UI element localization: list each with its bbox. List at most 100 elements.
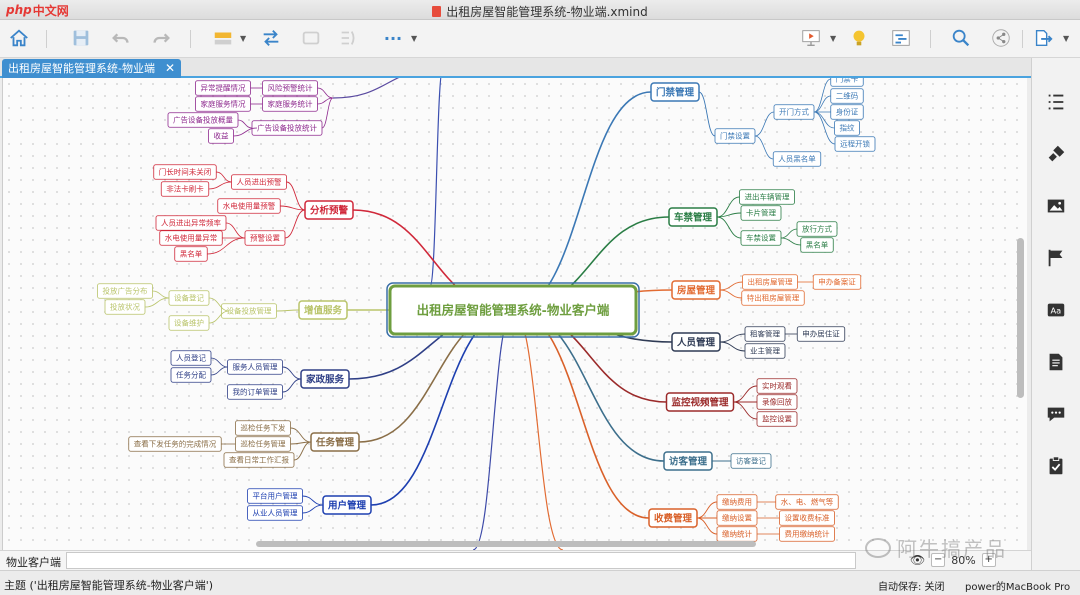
subtopic[interactable]: 车禁设置 (740, 230, 782, 246)
leaf-topic[interactable]: 费用缴纳统计 (779, 526, 835, 542)
subtopic[interactable]: 家庭服务统计 (262, 96, 318, 112)
chevron-down-icon[interactable]: ▼ (240, 34, 246, 43)
subtopic[interactable]: 进出车辆管理 (739, 189, 795, 205)
leaf-topic[interactable]: 指纹 (834, 120, 860, 136)
marker-flag-icon[interactable] (1044, 246, 1068, 270)
subtopic[interactable]: 缴纳设置 (716, 510, 758, 526)
leaf-topic[interactable]: 人员登记 (170, 350, 212, 366)
subtopic[interactable]: 广告设备投放统计 (251, 120, 323, 136)
subtopic[interactable]: 缴纳统计 (716, 526, 758, 542)
subtopic[interactable]: 特出租房屋管理 (741, 290, 805, 306)
topic-input-field[interactable] (66, 552, 856, 569)
redo-icon[interactable] (148, 26, 174, 50)
leaf-topic[interactable]: 门长时间未关闭 (153, 164, 217, 180)
subtopic[interactable]: 设备投放管理 (221, 303, 277, 319)
subtopic[interactable]: 水电使用量预警 (217, 198, 281, 214)
leaf-topic[interactable]: 放行方式 (796, 221, 838, 237)
summary-icon[interactable] (336, 26, 362, 50)
insert-topic-icon[interactable] (210, 26, 236, 50)
leaf-topic[interactable]: 远程开锁 (834, 136, 876, 152)
leaf-topic[interactable]: 水、电、燃气等 (775, 494, 839, 510)
subtopic[interactable]: 从业人员管理 (247, 505, 303, 521)
outline-icon[interactable] (1044, 90, 1068, 114)
subtopic[interactable]: 巡检任务管理 (235, 436, 291, 452)
leaf-topic[interactable]: 投放广告分布 (97, 283, 153, 299)
subtopic[interactable]: 设备维护 (168, 315, 210, 331)
subtopic[interactable]: 门禁设置 (714, 128, 756, 144)
leaf-topic[interactable]: 黑名单 (800, 237, 834, 253)
subtopic[interactable]: 访客登记 (730, 453, 772, 469)
leaf-topic[interactable]: 申办居住证 (796, 326, 846, 342)
horizontal-scrollbar[interactable] (256, 541, 756, 547)
branch-topic[interactable]: 监控视频管理 (665, 392, 735, 412)
subtopic[interactable]: 风险预警统计 (262, 80, 318, 96)
branch-topic[interactable]: 访客管理 (663, 451, 713, 471)
subtopic[interactable]: 人员黑名单 (772, 151, 822, 167)
subtopic[interactable]: 卡片管理 (740, 205, 782, 221)
leaf-topic[interactable]: 查看下发任务的完成情况 (128, 436, 222, 452)
central-topic[interactable]: 出租房屋智能管理系统-物业客户端 (388, 284, 638, 336)
branch-topic[interactable]: 家政服务 (300, 369, 350, 389)
home-icon[interactable] (6, 26, 32, 50)
leaf-topic[interactable]: 设置收费标准 (779, 510, 835, 526)
close-icon[interactable]: ✕ (165, 59, 175, 78)
branch-topic[interactable]: 门禁管理 (650, 82, 700, 102)
subtopic[interactable]: 人员进出预警 (231, 174, 287, 190)
boundary-icon[interactable] (298, 26, 324, 50)
search-icon[interactable] (948, 26, 974, 50)
branch-topic[interactable]: 房屋管理 (671, 280, 721, 300)
leaf-topic[interactable]: 非法卡刷卡 (160, 181, 210, 197)
subtopic[interactable]: 开门方式 (773, 104, 815, 120)
undo-icon[interactable] (108, 26, 134, 50)
branch-topic[interactable]: 用户管理 (322, 495, 372, 515)
branch-topic[interactable]: 任务管理 (310, 432, 360, 452)
branch-topic[interactable]: 车禁管理 (668, 207, 718, 227)
vertical-scrollbar[interactable] (1017, 238, 1024, 398)
subtopic[interactable]: 实时观看 (756, 378, 798, 394)
subtopic[interactable]: 监控设置 (756, 411, 798, 427)
image-icon[interactable] (1044, 194, 1068, 218)
subtopic[interactable]: 缴纳费用 (716, 494, 758, 510)
presentation-icon[interactable] (798, 26, 824, 50)
leaf-topic[interactable]: 广告设备投放概量 (167, 112, 239, 128)
status-autosave[interactable]: 自动保存: 关闭 (878, 578, 945, 593)
leaf-topic[interactable]: 异常提醒情况 (195, 80, 251, 96)
subtopic[interactable]: 出租房屋管理 (742, 274, 798, 290)
subtopic[interactable]: 查看日常工作汇报 (223, 452, 295, 468)
leaf-topic[interactable]: 任务分配 (170, 367, 212, 383)
more-icon[interactable]: ··· (380, 26, 406, 50)
leaf-topic[interactable]: 投放状况 (104, 299, 146, 315)
branch-topic[interactable]: 分析预警 (304, 200, 354, 220)
leaf-topic[interactable]: 门禁卡 (830, 78, 864, 87)
subtopic[interactable]: 录像回放 (756, 394, 798, 410)
leaf-topic[interactable]: 人员进出异常频率 (155, 215, 227, 231)
subtopic[interactable]: 平台用户管理 (247, 488, 303, 504)
subtopic[interactable]: 服务人员管理 (227, 359, 283, 375)
mindmap-svg[interactable]: 异常提醒情况 风险预警统计家庭服务情况 家庭服务统计广告设备投放概量广告设备投放统计… (3, 78, 1027, 550)
leaf-topic[interactable]: 收益 (208, 128, 234, 144)
save-icon[interactable] (68, 26, 94, 50)
gantt-icon[interactable] (888, 26, 914, 50)
format-brush-icon[interactable] (1044, 142, 1068, 166)
tab-document[interactable]: 出租房屋智能管理系统-物业端 ✕ (2, 59, 182, 78)
export-icon[interactable] (1030, 26, 1056, 50)
subtopic[interactable]: 预警设置 (244, 230, 286, 246)
subtopic[interactable]: 巡检任务下发 (235, 420, 291, 436)
subtopic[interactable]: 设备登记 (168, 290, 210, 306)
leaf-topic[interactable]: 申办备案证 (812, 274, 862, 290)
share-icon[interactable] (988, 26, 1014, 50)
subtopic[interactable]: 我的订单管理 (227, 384, 283, 400)
branch-topic[interactable]: 收费管理 (648, 508, 698, 528)
notes-icon[interactable] (1044, 350, 1068, 374)
chevron-down-icon[interactable]: ▼ (830, 34, 836, 43)
leaf-topic[interactable]: 黑名单 (174, 246, 208, 262)
branch-topic[interactable]: 增值服务 (298, 300, 348, 320)
branch-topic[interactable]: 人员管理 (671, 332, 721, 352)
leaf-topic[interactable]: 水电使用量异常 (159, 230, 223, 246)
leaf-topic[interactable]: 二维码 (830, 88, 864, 104)
mindmap-canvas[interactable]: 异常提醒情况 风险预警统计 家庭服务情况 家庭服务统计 广告设备投放概量 广告设备投放统计… (2, 78, 1027, 550)
text-style-icon[interactable]: Aa (1044, 298, 1068, 322)
task-icon[interactable] (1044, 454, 1068, 478)
comments-icon[interactable] (1044, 402, 1068, 426)
subtopic[interactable]: 租客管理 (744, 326, 786, 342)
